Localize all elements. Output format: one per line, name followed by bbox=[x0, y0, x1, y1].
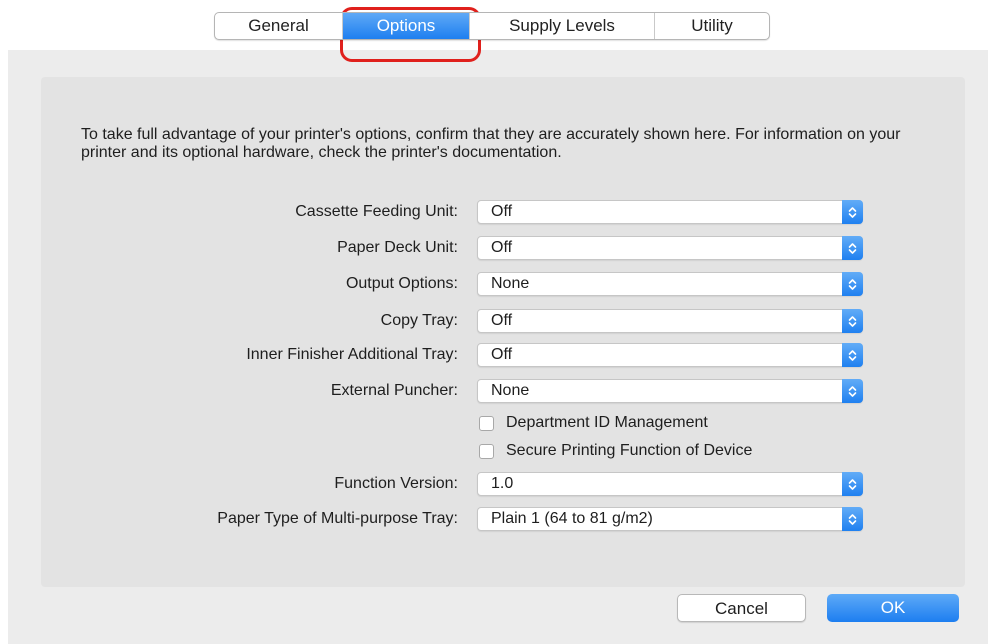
output-options-label: Output Options: bbox=[345, 275, 458, 292]
select-value: 1.0 bbox=[491, 475, 514, 492]
select-value: Off bbox=[491, 312, 513, 329]
output-options-select[interactable]: None bbox=[477, 272, 863, 296]
select-value: Off bbox=[491, 239, 513, 256]
paper-deck-unit-select[interactable]: Off bbox=[477, 236, 863, 260]
select-value: None bbox=[491, 382, 530, 399]
department-id-checkbox[interactable] bbox=[479, 415, 494, 431]
options-description: To take full advantage of your printer's… bbox=[81, 126, 901, 161]
chevron-updown-icon bbox=[842, 343, 863, 367]
chevron-updown-icon bbox=[842, 272, 863, 296]
cassette-feeding-unit-label: Cassette Feeding Unit: bbox=[295, 203, 458, 220]
department-id-label: Department ID Management bbox=[506, 414, 708, 431]
paper-type-select[interactable]: Plain 1 (64 to 81 g/m2) bbox=[477, 507, 863, 531]
tab-supply-levels[interactable]: Supply Levels bbox=[469, 13, 654, 39]
select-value: Off bbox=[491, 346, 513, 363]
chevron-updown-icon bbox=[842, 200, 863, 224]
cassette-feeding-unit-select[interactable]: Off bbox=[477, 200, 863, 224]
ok-button[interactable]: OK bbox=[827, 594, 959, 622]
tab-general[interactable]: General bbox=[215, 13, 342, 39]
select-value: Plain 1 (64 to 81 g/m2) bbox=[491, 510, 653, 527]
tab-bar: General Options Supply Levels Utility bbox=[214, 12, 770, 40]
select-value: Off bbox=[491, 203, 513, 220]
external-puncher-select[interactable]: None bbox=[477, 379, 863, 403]
external-puncher-label: External Puncher: bbox=[330, 382, 458, 399]
department-id-row[interactable]: Department ID Management bbox=[479, 412, 708, 434]
select-value: None bbox=[491, 275, 530, 292]
inner-finisher-tray-select[interactable]: Off bbox=[477, 343, 863, 367]
paper-deck-unit-label: Paper Deck Unit: bbox=[337, 239, 458, 256]
secure-printing-checkbox[interactable] bbox=[479, 443, 494, 459]
paper-type-label: Paper Type of Multi-purpose Tray: bbox=[217, 510, 458, 527]
tab-utility[interactable]: Utility bbox=[654, 13, 769, 39]
function-version-select[interactable]: 1.0 bbox=[477, 472, 863, 496]
chevron-updown-icon bbox=[842, 472, 863, 496]
copy-tray-select[interactable]: Off bbox=[477, 309, 863, 333]
cancel-button[interactable]: Cancel bbox=[677, 594, 806, 622]
secure-printing-label: Secure Printing Function of Device bbox=[506, 442, 753, 459]
copy-tray-label: Copy Tray: bbox=[380, 312, 458, 329]
inner-finisher-tray-label: Inner Finisher Additional Tray: bbox=[246, 346, 458, 363]
chevron-updown-icon bbox=[842, 507, 863, 531]
chevron-updown-icon bbox=[842, 379, 863, 403]
chevron-updown-icon bbox=[842, 236, 863, 260]
chevron-updown-icon bbox=[842, 309, 863, 333]
secure-printing-row[interactable]: Secure Printing Function of Device bbox=[479, 440, 752, 462]
function-version-label: Function Version: bbox=[334, 475, 458, 492]
tab-options[interactable]: Options bbox=[342, 13, 469, 39]
